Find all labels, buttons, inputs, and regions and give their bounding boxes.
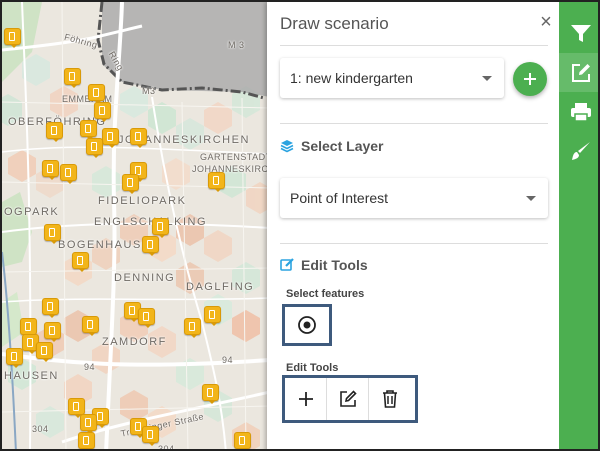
- select-feature-button[interactable]: [286, 307, 328, 343]
- map-label-gartenstadt: GARTENSTADT: [200, 152, 270, 162]
- divider: [280, 123, 548, 124]
- map-label-hausen: HAUSEN: [4, 370, 59, 382]
- poi-marker-icon[interactable]: [94, 102, 111, 122]
- map-label-ogpark: OGPARK: [4, 206, 60, 218]
- filter-icon: [570, 24, 591, 42]
- poi-marker-icon[interactable]: [88, 84, 105, 104]
- poi-marker-icon[interactable]: [4, 28, 21, 48]
- poi-marker-icon[interactable]: [78, 432, 95, 449]
- poi-marker-icon[interactable]: [208, 172, 225, 192]
- layer-select-value: Point of Interest: [290, 190, 389, 206]
- add-feature-button[interactable]: [285, 378, 327, 420]
- poi-marker-icon[interactable]: [142, 426, 159, 446]
- map-label-daglfing: DAGLFING: [186, 281, 255, 293]
- layer-select[interactable]: Point of Interest: [280, 178, 548, 218]
- edit-tools-heading: Edit Tools: [280, 257, 368, 275]
- poi-marker-icon[interactable]: [64, 68, 81, 88]
- brush-icon: [571, 141, 590, 160]
- layers-icon: [280, 139, 296, 156]
- panel-title: Draw scenario: [280, 14, 389, 33]
- map-road-number: 94: [222, 355, 234, 365]
- poi-marker-icon[interactable]: [122, 174, 139, 194]
- filter-button[interactable]: [559, 14, 598, 53]
- print-button[interactable]: [559, 92, 598, 131]
- plus-icon: [298, 392, 313, 406]
- scenario-select[interactable]: 1: new kindergarten: [280, 58, 504, 98]
- right-toolbar: [559, 2, 598, 449]
- poi-marker-icon[interactable]: [102, 128, 119, 148]
- edit-icon: [571, 63, 590, 82]
- close-icon[interactable]: ×: [538, 12, 554, 32]
- poi-marker-icon[interactable]: [42, 160, 59, 180]
- edit-tools-label: Edit Tools: [301, 257, 368, 273]
- poi-marker-icon[interactable]: [44, 224, 61, 244]
- select-layer-heading: Select Layer: [280, 138, 384, 156]
- scenario-select-value: 1: new kindergarten: [290, 70, 413, 86]
- divider: [280, 45, 548, 46]
- poi-marker-icon[interactable]: [42, 298, 59, 318]
- select-features-box: [282, 304, 332, 346]
- map-label-denning: DENNING: [114, 272, 176, 284]
- poi-marker-icon[interactable]: [80, 414, 97, 434]
- app-frame: ENGLSCHALKING BOGENHAUSEN DENNING DAGLFI…: [0, 0, 600, 451]
- print-icon: [570, 102, 591, 122]
- poi-marker-icon[interactable]: [138, 308, 155, 328]
- edit-feature-button[interactable]: [327, 378, 369, 420]
- chevron-down-icon: [526, 196, 536, 201]
- poi-marker-icon[interactable]: [202, 384, 219, 404]
- select-layer-label: Select Layer: [301, 138, 384, 154]
- map-label-fideliopark: FIDELIOPARK: [98, 195, 187, 207]
- style-button[interactable]: [559, 131, 598, 170]
- poi-marker-icon[interactable]: [72, 252, 89, 272]
- map-label-m3-2: M3: [142, 86, 156, 96]
- edit-scenario-button[interactable]: [559, 53, 598, 92]
- poi-marker-icon[interactable]: [82, 316, 99, 336]
- poi-marker-icon[interactable]: [80, 120, 97, 140]
- delete-feature-button[interactable]: [369, 378, 411, 420]
- edit-tools-sublabel: Edit Tools: [286, 362, 339, 374]
- poi-marker-icon[interactable]: [152, 218, 169, 238]
- map-label-zamdorf: ZAMDORF: [102, 336, 167, 348]
- poi-marker-icon[interactable]: [86, 138, 103, 158]
- select-features-label: Select features: [286, 288, 365, 300]
- map-label-englschalking: ENGLSCHALKING: [94, 216, 208, 228]
- map-label-m3: M 3: [228, 40, 245, 50]
- target-icon: [298, 316, 316, 334]
- poi-marker-icon[interactable]: [130, 128, 147, 148]
- poi-marker-icon[interactable]: [60, 164, 77, 184]
- edit-square-icon: [280, 257, 296, 275]
- poi-marker-icon[interactable]: [6, 348, 23, 368]
- poi-marker-icon[interactable]: [142, 236, 159, 256]
- poi-marker-icon[interactable]: [68, 398, 85, 418]
- map-view[interactable]: ENGLSCHALKING BOGENHAUSEN DENNING DAGLFI…: [2, 2, 270, 451]
- chevron-down-icon: [482, 76, 492, 81]
- map-road-number: 304: [158, 444, 175, 451]
- poi-marker-icon[interactable]: [46, 122, 63, 142]
- draw-scenario-panel: Draw scenario × 1: new kindergarten Sele…: [267, 2, 559, 449]
- poi-marker-icon[interactable]: [204, 306, 221, 326]
- poi-marker-icon[interactable]: [36, 342, 53, 362]
- trash-icon: [383, 390, 397, 408]
- poi-marker-icon[interactable]: [184, 318, 201, 338]
- poi-marker-icon[interactable]: [20, 318, 37, 338]
- map-label-johanneskirchen-2: JOHANNESKIRCHEN: [192, 164, 270, 174]
- map-road-number: 94: [84, 362, 96, 372]
- add-scenario-button[interactable]: [513, 62, 547, 96]
- poi-marker-icon[interactable]: [44, 322, 61, 342]
- divider: [280, 243, 548, 244]
- edit-tools-box: [282, 375, 418, 423]
- map-road-number: 304: [32, 424, 49, 434]
- edit-icon: [339, 390, 357, 407]
- poi-marker-icon[interactable]: [234, 432, 251, 449]
